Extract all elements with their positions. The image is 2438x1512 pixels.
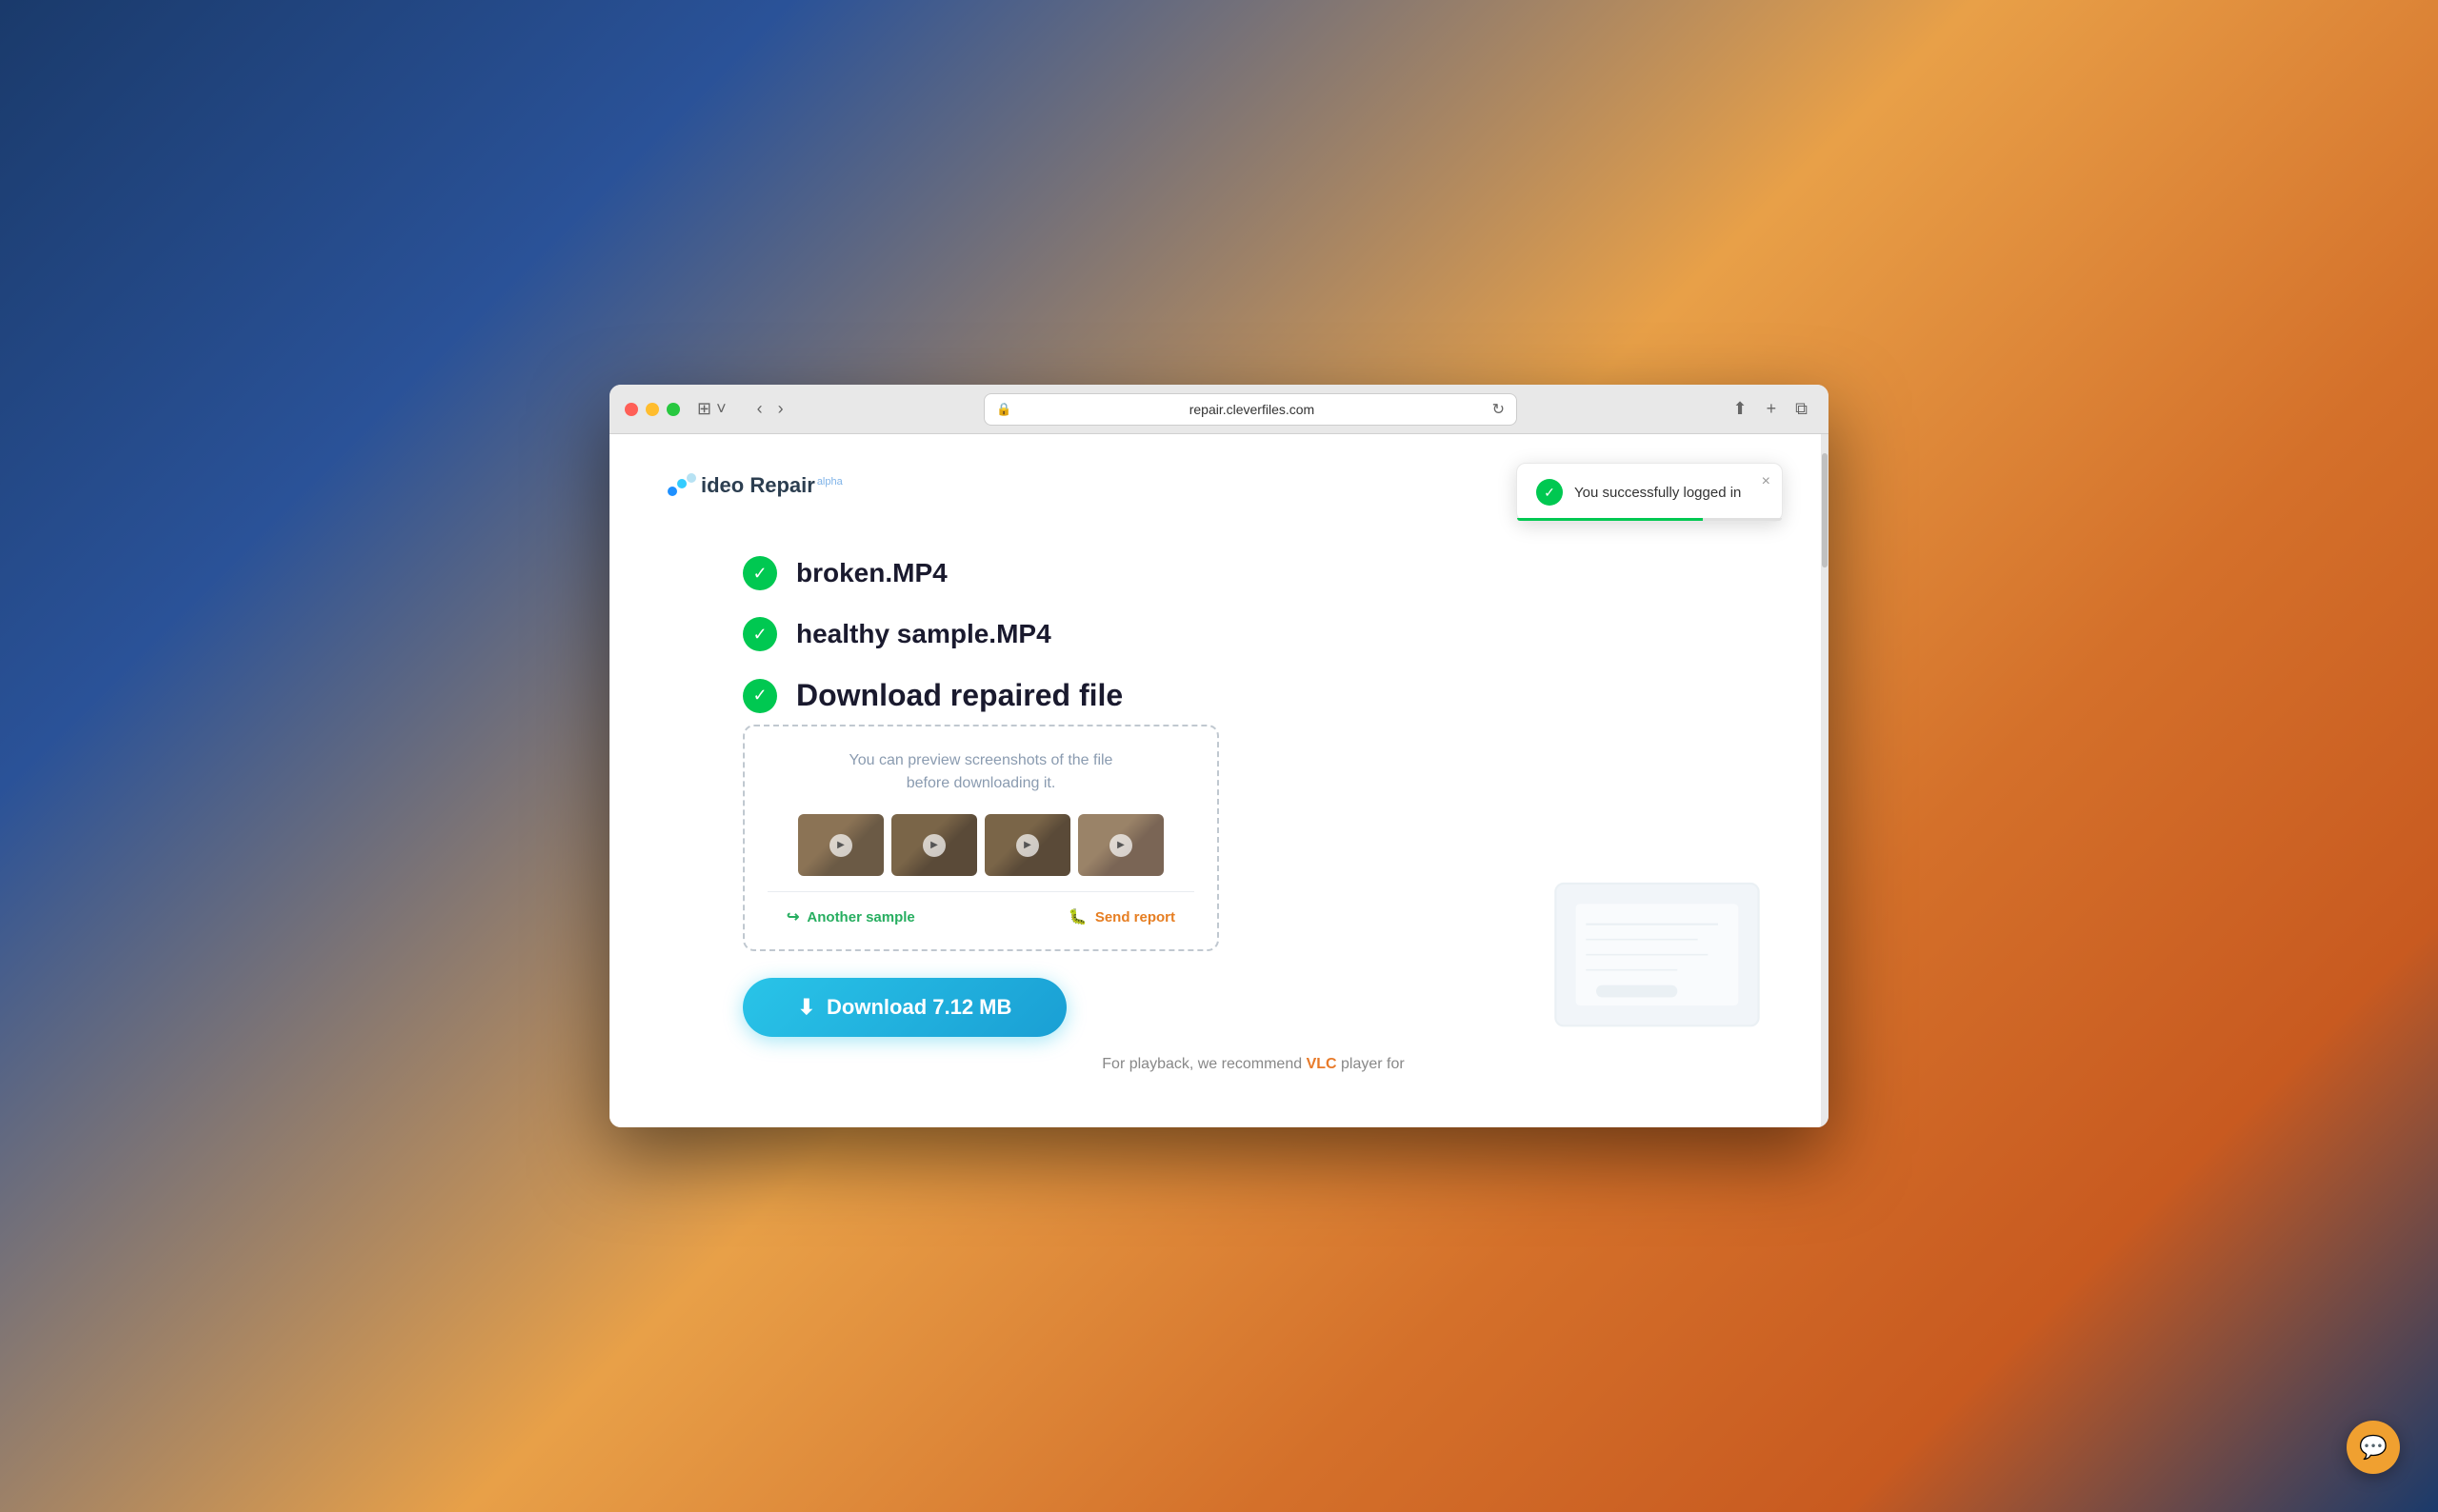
playback-suffix: player for (1337, 1056, 1405, 1072)
toast-notification: ✓ You successfully logged in × (1516, 463, 1783, 522)
lock-icon: 🔒 (996, 402, 1011, 417)
another-sample-button[interactable]: ↪ Another sample (787, 907, 915, 926)
thumbnail-4[interactable]: ▶ (1078, 814, 1164, 876)
traffic-lights (625, 403, 680, 416)
download-icon: ⬇ (798, 995, 815, 1020)
browser-content-wrapper: ideo Repairalpha ✓ You successfully logg… (610, 434, 1828, 1127)
play-icon-4: ▶ (1109, 834, 1132, 857)
step-3-label: Download repaired file (796, 678, 1123, 713)
play-icon-3: ▶ (1016, 834, 1039, 857)
navigation-buttons: ‹ › (751, 395, 789, 423)
toast-check-icon: ✓ (1536, 479, 1563, 506)
send-report-label: Send report (1095, 909, 1175, 925)
scrollbar[interactable] (1821, 434, 1828, 1127)
step-item-2: ✓ healthy sample.MP4 (743, 617, 1764, 651)
toast-message: You successfully logged in (1574, 485, 1741, 501)
send-report-button[interactable]: 🐛 Send report (1069, 907, 1175, 926)
toast-progress-bar (1517, 518, 1782, 521)
minimize-window-button[interactable] (646, 403, 659, 416)
preview-description: You can preview screenshots of the fileb… (768, 749, 1194, 795)
thumbnail-2[interactable]: ▶ (891, 814, 977, 876)
chat-button[interactable]: 💬 (2347, 1421, 2400, 1474)
thumbnail-1[interactable]: ▶ (798, 814, 884, 876)
vlc-link[interactable]: VLC (1307, 1056, 1337, 1072)
toolbar-right: ⬆ + ⧉ (1728, 395, 1813, 423)
close-window-button[interactable] (625, 403, 638, 416)
page: ideo Repairalpha ✓ You successfully logg… (610, 434, 1821, 1127)
tabs-button[interactable]: ⧉ (1789, 395, 1813, 423)
illustration (1535, 823, 1821, 1089)
step-1-check-icon: ✓ (743, 556, 777, 590)
refresh-button[interactable]: ↻ (1492, 400, 1505, 419)
step-item-1: ✓ broken.MP4 (743, 556, 1764, 590)
share-button[interactable]: ⬆ (1728, 395, 1753, 423)
logo-text: ideo Repairalpha (701, 473, 843, 498)
step-2-label: healthy sample.MP4 (796, 619, 1051, 649)
scrollbar-thumb[interactable] (1822, 453, 1828, 567)
step-1-label: broken.MP4 (796, 558, 948, 588)
toast-progress-fill (1517, 518, 1703, 521)
play-icon-1: ▶ (829, 834, 852, 857)
download-button[interactable]: ⬇ Download 7.12 MB (743, 978, 1067, 1037)
another-sample-label: Another sample (807, 909, 914, 925)
step-item-3: ✓ Download repaired file (743, 678, 1764, 713)
alpha-badge: alpha (817, 476, 843, 487)
step-2-check-icon: ✓ (743, 617, 777, 651)
another-sample-icon: ↪ (787, 907, 799, 926)
preview-box: You can preview screenshots of the fileb… (743, 725, 1219, 951)
back-button[interactable]: ‹ (751, 395, 769, 423)
thumbnail-3[interactable]: ▶ (985, 814, 1070, 876)
browser-window: ⊞ ˅ ‹ › 🔒 repair.cleverfiles.com ↻ ⬆ + ⧉ (610, 385, 1828, 1127)
new-tab-button[interactable]: + (1761, 395, 1783, 423)
toast-close-button[interactable]: × (1762, 473, 1770, 490)
play-icon-2: ▶ (923, 834, 946, 857)
chat-icon: 💬 (2359, 1434, 2388, 1462)
title-bar: ⊞ ˅ ‹ › 🔒 repair.cleverfiles.com ↻ ⬆ + ⧉ (610, 385, 1828, 434)
address-bar[interactable]: 🔒 repair.cleverfiles.com ↻ (984, 393, 1517, 426)
browser-content: ideo Repairalpha ✓ You successfully logg… (610, 434, 1821, 1127)
step-3-check-icon: ✓ (743, 679, 777, 713)
logo-icon (667, 472, 697, 499)
thumbnails-row: ▶ ▶ ▶ ▶ (768, 814, 1194, 876)
url-text: repair.cleverfiles.com (1019, 402, 1484, 417)
send-report-icon: 🐛 (1069, 907, 1088, 926)
maximize-window-button[interactable] (667, 403, 680, 416)
sidebar-toggle-button[interactable]: ⊞ ˅ (691, 395, 732, 423)
download-button-label: Download 7.12 MB (827, 995, 1011, 1020)
playback-prefix: For playback, we recommend (1102, 1056, 1306, 1072)
forward-button[interactable]: › (772, 395, 789, 423)
preview-actions: ↪ Another sample 🐛 Send report (768, 891, 1194, 926)
steps-list: ✓ broken.MP4 ✓ healthy sample.MP4 ✓ Down… (667, 556, 1764, 713)
